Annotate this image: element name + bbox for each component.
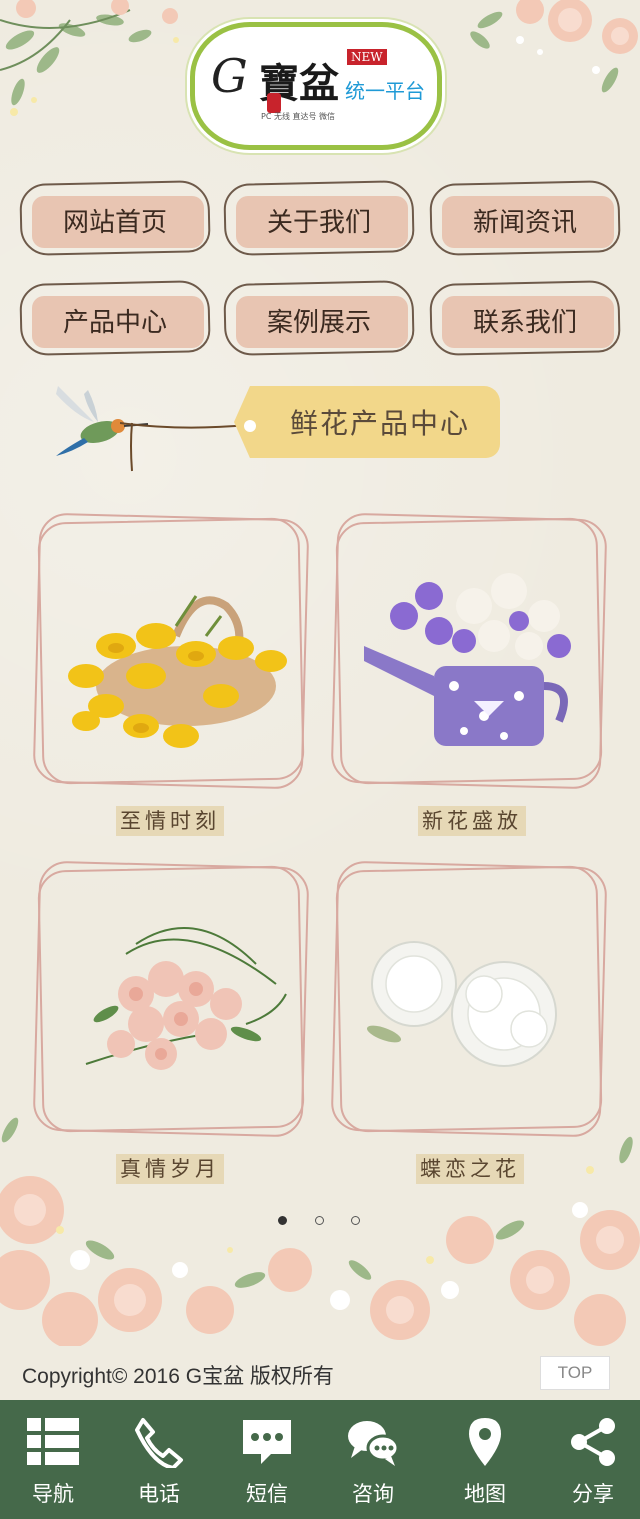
toolbar-sms-label: 短信 <box>246 1482 288 1506</box>
toolbar-sms-button[interactable]: 短信 <box>214 1400 320 1519</box>
toolbar-consult-label: 咨询 <box>352 1482 394 1506</box>
pink-rose-bouquet-icon <box>85 927 287 1070</box>
nav-about-label: 关于我们 <box>266 208 371 238</box>
nav-news-button[interactable]: 新闻资讯 <box>429 180 621 256</box>
logo-mark: G <box>211 49 248 103</box>
back-to-top-button[interactable]: TOP <box>540 1356 610 1390</box>
list-icon <box>27 1418 79 1465</box>
sms-icon <box>243 1420 291 1464</box>
tag-hole <box>244 420 256 432</box>
white-peonies-icon <box>366 941 557 1067</box>
nav-products-button[interactable]: 产品中心 <box>19 280 211 356</box>
bottom-toolbar: 导航 电话 短信 咨询 地图 分享 <box>0 1400 640 1519</box>
logo-subtitle: PC 无线 直达号 微信 <box>261 112 336 121</box>
toolbar-map-label: 地图 <box>464 1482 506 1506</box>
purple-watering-can-bouquet-icon <box>364 573 571 746</box>
product-card-3[interactable] <box>32 860 310 1138</box>
product-title-2[interactable]: 新花盛放 <box>418 806 526 836</box>
logo-new-badge: NEW <box>347 49 387 65</box>
product-title-1[interactable]: 至情时刻 <box>116 806 224 836</box>
toolbar-consult-button[interactable]: 咨询 <box>320 1400 426 1519</box>
toolbar-phone-button[interactable]: 电话 <box>106 1400 212 1519</box>
toolbar-share-label: 分享 <box>572 1482 614 1506</box>
nav-products-label: 产品中心 <box>62 308 167 338</box>
nav-cases-label: 案例展示 <box>266 308 371 338</box>
product-title-4[interactable]: 蝶恋之花 <box>416 1154 524 1184</box>
nav-about-button[interactable]: 关于我们 <box>223 180 415 256</box>
carousel-dot-1[interactable] <box>278 1216 287 1225</box>
carousel-dot-3[interactable] <box>351 1216 360 1225</box>
page: G 寶盆 NEW 统一平台 PC 无线 直达号 微信 网站首页 关于我们 新闻资… <box>0 0 640 1519</box>
carousel-dot-2[interactable] <box>315 1216 324 1225</box>
map-pin-icon <box>469 1418 501 1466</box>
toolbar-nav-label: 导航 <box>32 1482 74 1506</box>
toolbar-phone-label: 电话 <box>138 1482 180 1506</box>
nav-home-button[interactable]: 网站首页 <box>19 180 211 256</box>
nav-home-label: 网站首页 <box>62 208 167 238</box>
logo-seal-icon <box>267 93 281 113</box>
product-card-2[interactable] <box>330 512 608 790</box>
copyright-text: Copyright© 2016 G宝盆 版权所有 <box>22 1365 334 1388</box>
toolbar-share-button[interactable]: 分享 <box>540 1400 640 1519</box>
chat-icon <box>348 1421 399 1466</box>
nav-contact-button[interactable]: 联系我们 <box>429 280 621 356</box>
product-title-3[interactable]: 真情岁月 <box>116 1154 224 1184</box>
yellow-tulip-basket-icon <box>68 595 287 748</box>
floral-decoration-bottom <box>0 1117 640 1348</box>
site-logo[interactable]: G 寶盆 NEW 统一平台 PC 无线 直达号 微信 <box>190 22 442 150</box>
floral-decoration-top-left <box>0 0 179 116</box>
logo-platform-text: 统一平台 <box>345 79 425 103</box>
phone-icon <box>135 1418 183 1468</box>
product-card-4[interactable] <box>330 860 608 1138</box>
share-icon <box>571 1418 615 1466</box>
section-title: 鲜花产品中心 <box>289 407 470 440</box>
carousel-dots <box>278 1216 368 1228</box>
nav-cases-button[interactable]: 案例展示 <box>223 280 415 356</box>
toolbar-map-button[interactable]: 地图 <box>432 1400 538 1519</box>
nav-contact-label: 联系我们 <box>472 308 577 338</box>
toolbar-nav-button[interactable]: 导航 <box>0 1400 106 1519</box>
product-card-1[interactable] <box>32 512 310 790</box>
floral-decoration-top-right <box>470 0 638 93</box>
nav-news-label: 新闻资讯 <box>472 208 577 238</box>
